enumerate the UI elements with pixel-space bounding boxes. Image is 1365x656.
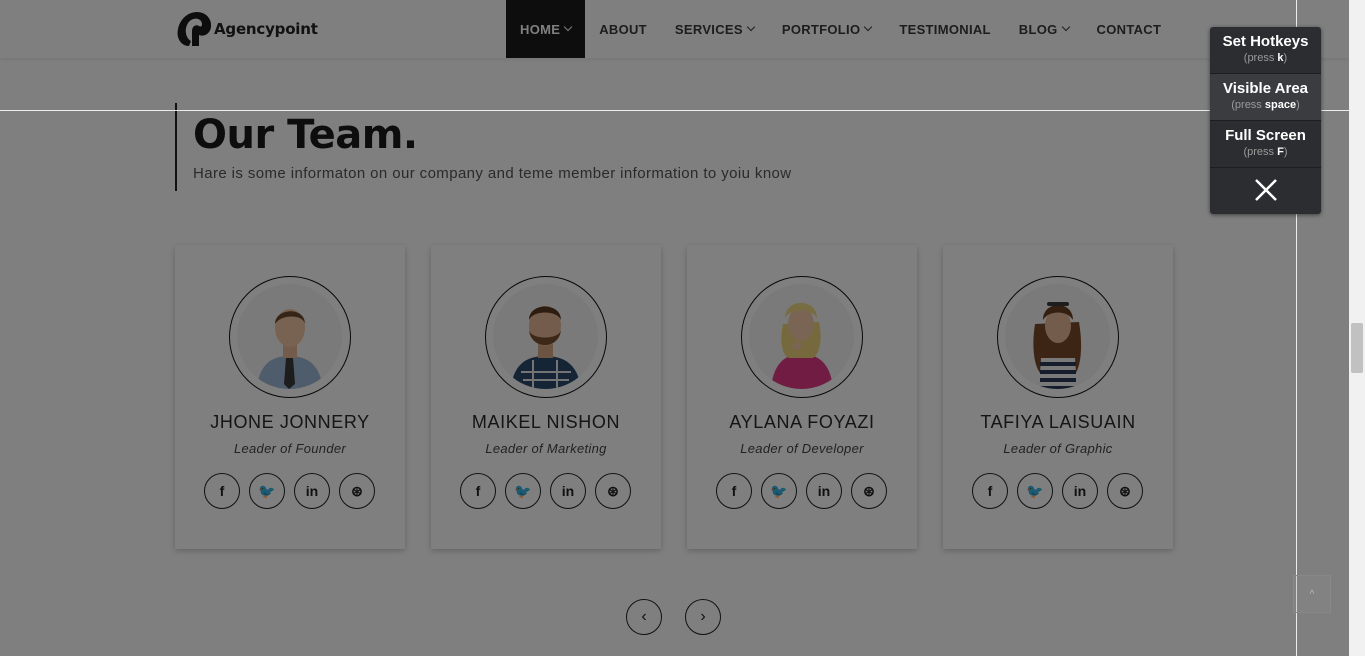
hint-suffix: ) <box>1283 52 1288 64</box>
hint-prefix: (press <box>1243 52 1278 64</box>
visible-area-button[interactable]: Visible Area (press space) <box>1210 74 1321 121</box>
panel-button-hint: (press space) <box>1210 99 1321 111</box>
hint-prefix: (press <box>1231 99 1265 111</box>
panel-button-hint: (press F) <box>1210 146 1321 158</box>
full-screen-button[interactable]: Full Screen (press F) <box>1210 121 1321 168</box>
scrollbar-thumb[interactable] <box>1351 323 1363 373</box>
panel-button-label: Visible Area <box>1222 80 1309 97</box>
hint-suffix: ) <box>1283 146 1288 158</box>
hint-prefix: (press <box>1243 146 1278 158</box>
panel-button-label: Full Screen <box>1225 127 1306 144</box>
panel-button-hint: (press k) <box>1210 52 1321 64</box>
hint-suffix: ) <box>1296 99 1300 111</box>
selection-guide-horizontal <box>0 110 1349 111</box>
panel-button-label: Set Hotkeys <box>1222 33 1309 50</box>
capture-panel: Set Hotkeys (press k) Visible Area (pres… <box>1210 27 1321 214</box>
set-hotkeys-button[interactable]: Set Hotkeys (press k) <box>1210 27 1321 74</box>
hint-key: F <box>1277 146 1284 158</box>
scroll-to-top-button[interactable]: ^ <box>1293 575 1331 613</box>
close-icon <box>1254 179 1277 201</box>
screenshot-overlay[interactable] <box>0 0 1349 656</box>
close-panel-button[interactable] <box>1210 168 1321 212</box>
hint-key: space <box>1264 99 1297 111</box>
page-scrollbar[interactable] <box>1349 0 1365 656</box>
